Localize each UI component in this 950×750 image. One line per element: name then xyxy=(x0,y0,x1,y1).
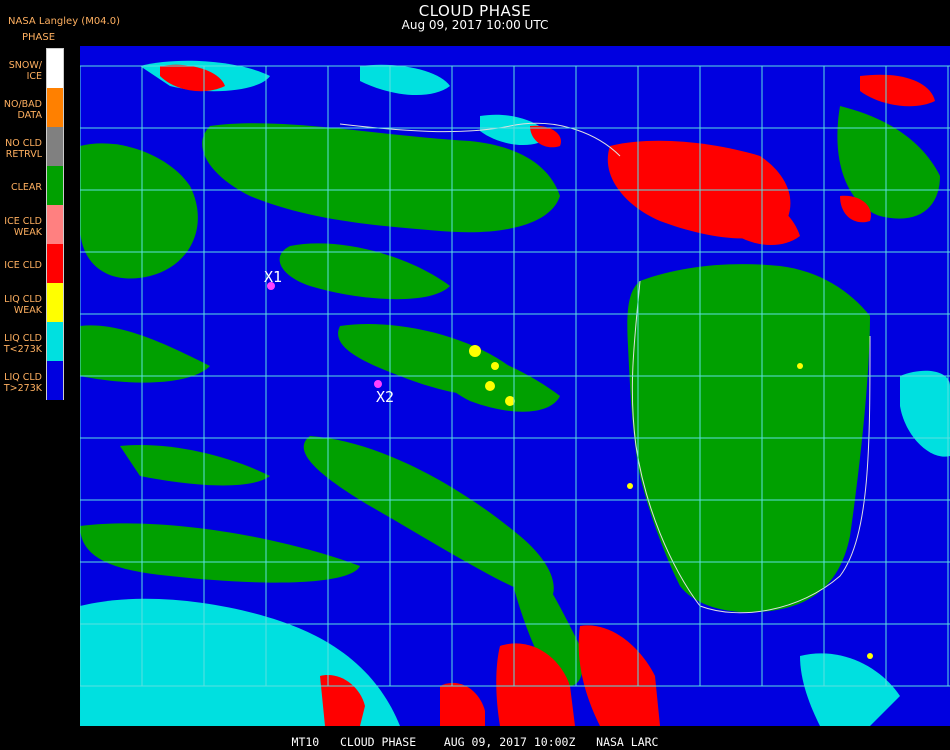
legend-label-liquid-weak: LIQ CLD WEAK xyxy=(4,294,42,316)
legend-label-snow-ice: SNOW/ ICE xyxy=(8,60,42,82)
cloud-phase-map xyxy=(80,46,950,726)
legend-label-no-cloud-retrieval: NO CLD RETRVL xyxy=(5,138,42,160)
legend-label-liquid-warm: LIQ CLD T>273K xyxy=(3,372,42,394)
marker-x2-label: X2 xyxy=(376,388,395,406)
phase-legend xyxy=(46,48,64,400)
marker-x1-label: X1 xyxy=(264,268,283,286)
legend-swatch-liquid-cold xyxy=(47,322,63,361)
legend-swatch-no-cloud-retrieval xyxy=(47,127,63,166)
legend-title: PHASE xyxy=(22,32,56,43)
product-footer: MT10 CLOUD PHASE AUG 09, 2017 10:00Z NAS… xyxy=(291,735,659,749)
organization-label: NASA Langley (M04.0) xyxy=(8,16,120,27)
legend-label-no-data: NO/BAD DATA xyxy=(3,99,42,121)
legend-label-liquid-cold: LIQ CLD T<273K xyxy=(3,333,42,355)
legend-swatch-ice-weak xyxy=(47,205,63,244)
marker-x2-dot xyxy=(374,380,382,388)
legend-swatch-clear xyxy=(47,166,63,205)
legend-label-clear: CLEAR xyxy=(10,182,42,193)
legend-swatch-no-data xyxy=(47,88,63,127)
legend-swatch-liquid-warm xyxy=(47,361,63,400)
legend-label-ice: ICE CLD xyxy=(4,260,42,271)
legend-swatch-ice xyxy=(47,244,63,283)
legend-swatch-snow-ice xyxy=(47,49,63,88)
satellite-product-view: { "header": { "title": "CLOUD PHASE", "s… xyxy=(0,0,950,750)
product-timestamp: Aug 09, 2017 10:00 UTC xyxy=(401,18,549,32)
legend-swatch-liquid-weak xyxy=(47,283,63,322)
legend-label-ice-weak: ICE CLD WEAK xyxy=(4,216,42,238)
